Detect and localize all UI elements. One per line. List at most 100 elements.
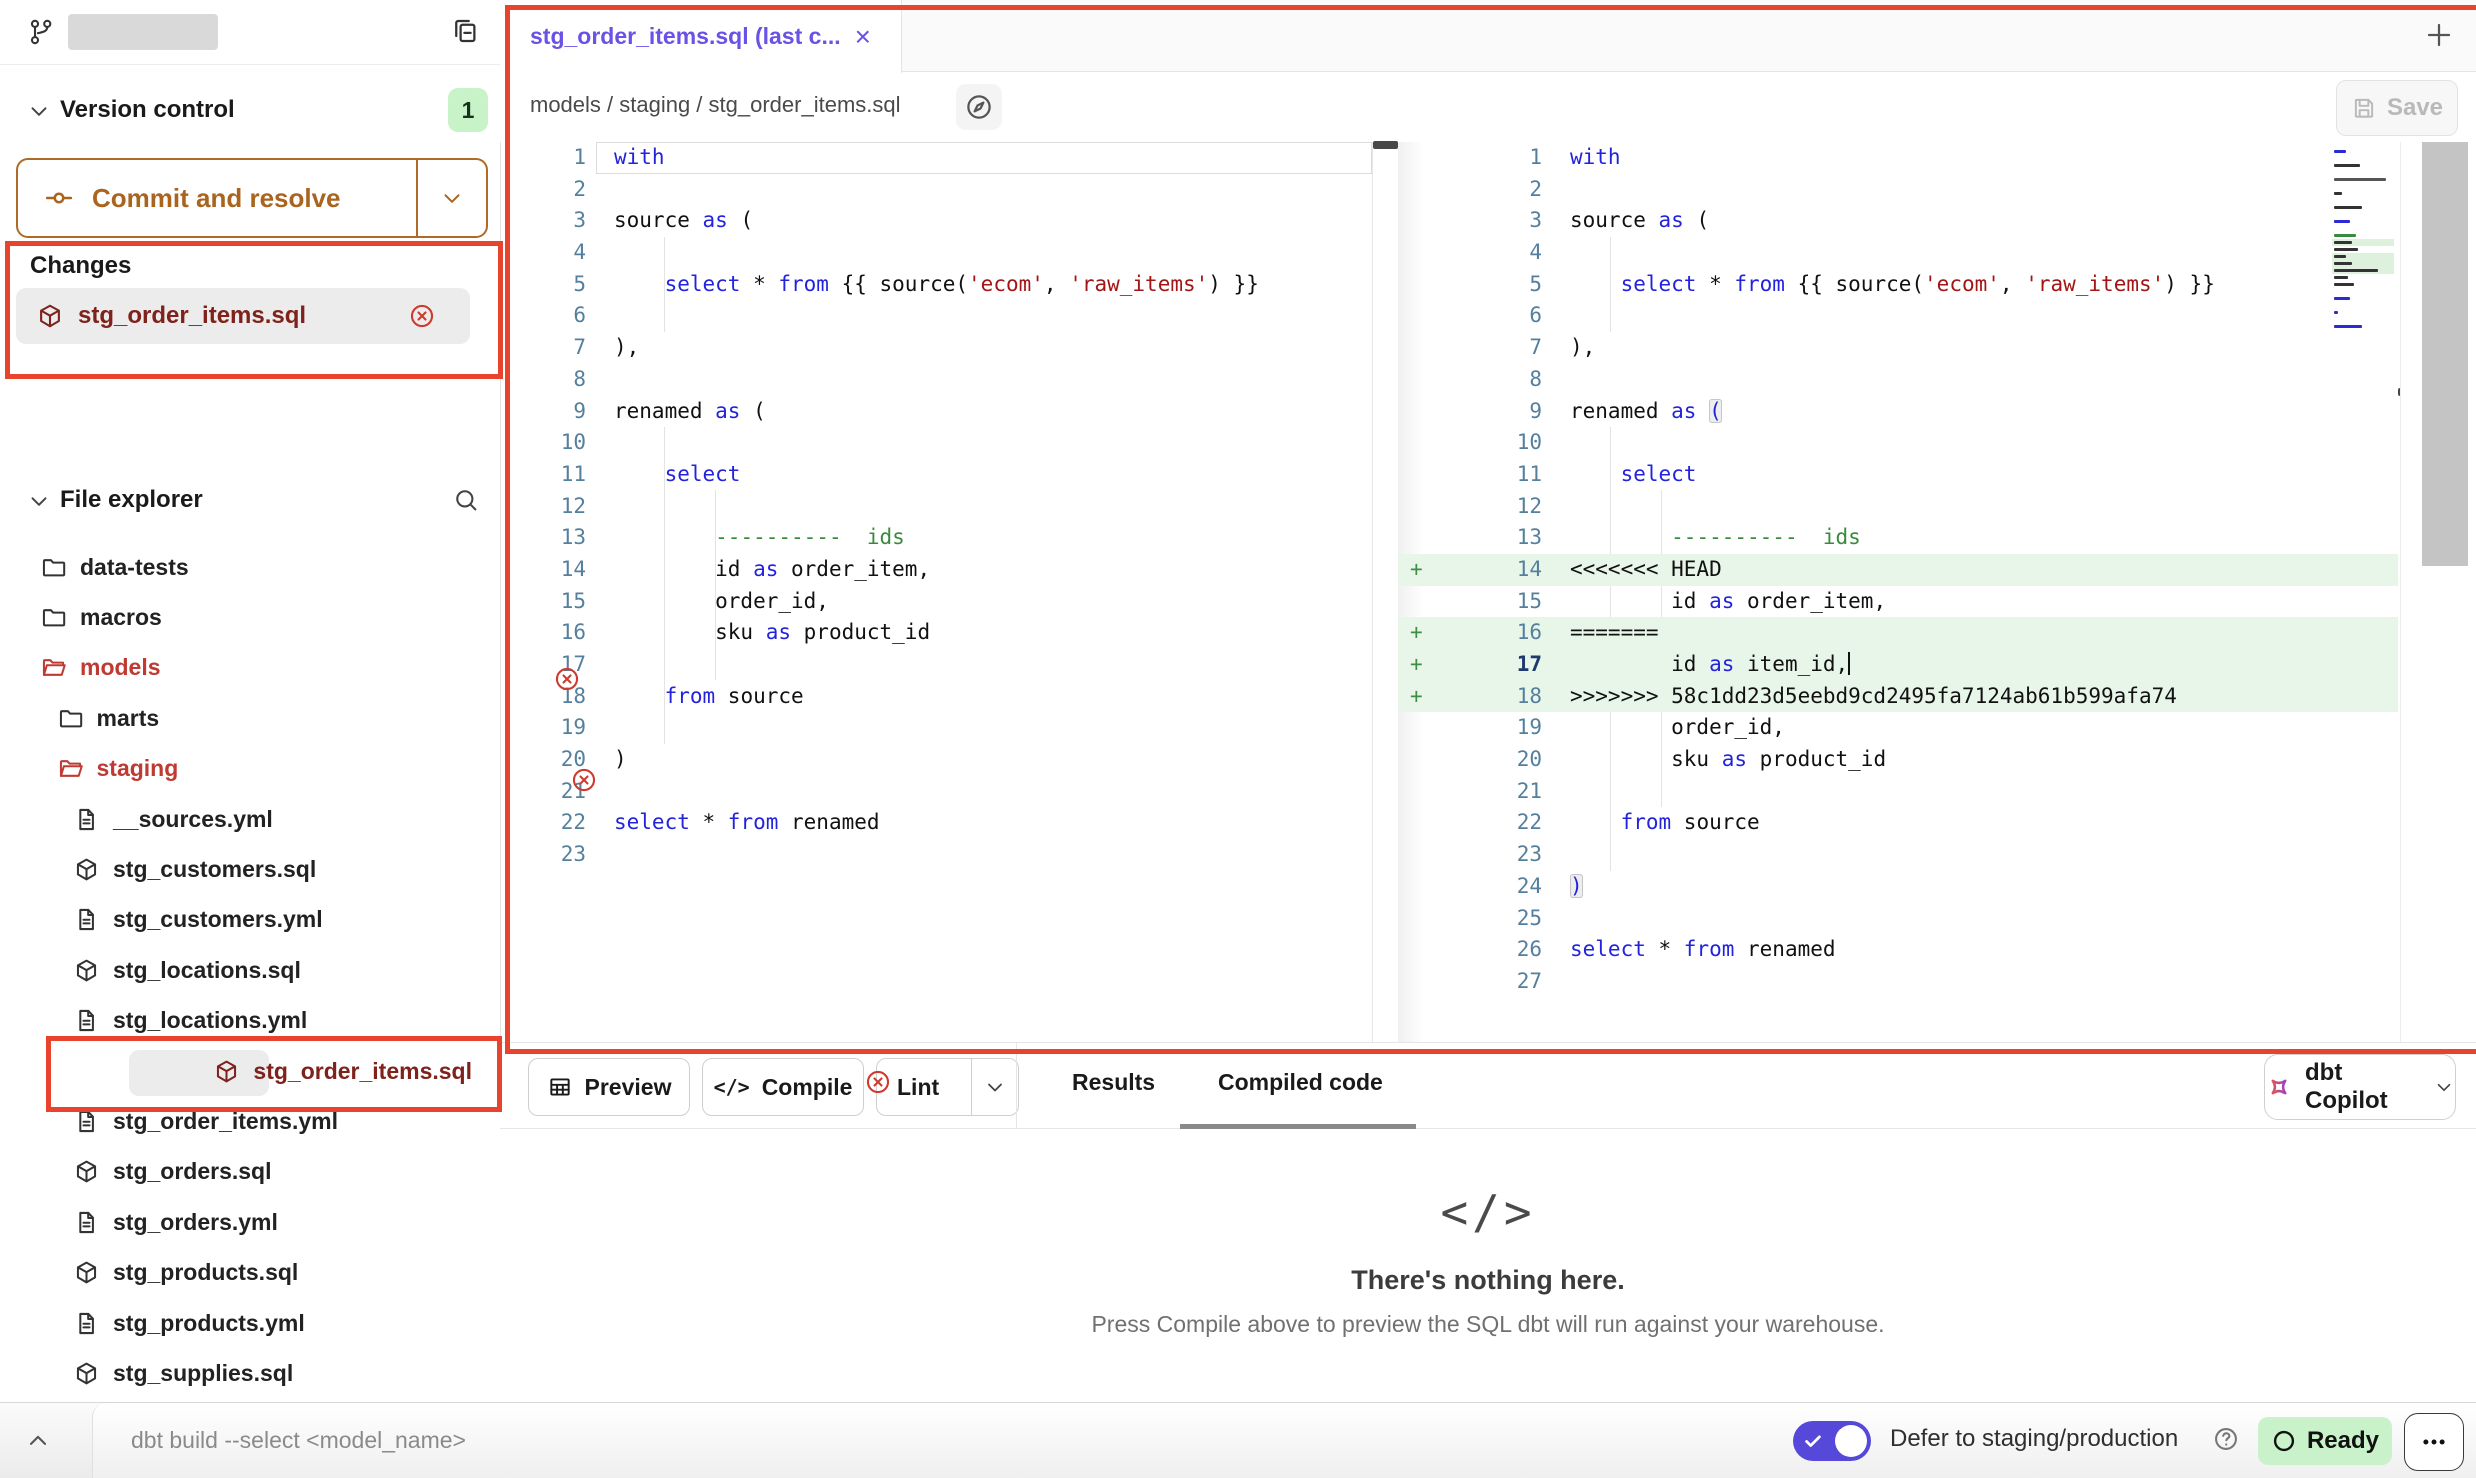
code-line-16[interactable]: 16 sku as product_id [500, 617, 1372, 649]
code-line-17[interactable]: +17 id as item_id, [1398, 649, 2398, 681]
code-line-2[interactable]: 2 [1398, 174, 2398, 206]
explorer-item-stg_orders.yml[interactable]: stg_orders.yml [0, 1197, 500, 1247]
preview-button[interactable]: Preview [528, 1058, 690, 1116]
copy-icon[interactable] [450, 16, 480, 46]
code-line-18[interactable]: +18>>>>>>> 58c1dd23d5eebd9cd2495fa7124ab… [1398, 681, 2398, 713]
search-icon[interactable] [452, 486, 480, 514]
code-line-10[interactable]: 10 [500, 427, 1372, 459]
code-line-18[interactable]: 18 from source [500, 681, 1372, 713]
code-line-15[interactable]: 15 order_id, [500, 586, 1372, 618]
code-pane-original[interactable]: 1with23source as (45 select * from {{ so… [500, 142, 1372, 871]
code-line-6[interactable]: 6 [500, 300, 1372, 332]
explorer-item-stg_products.sql[interactable]: stg_products.sql [0, 1247, 500, 1297]
changed-file-item[interactable]: stg_order_items.sql [16, 288, 470, 344]
discard-change-icon[interactable] [408, 302, 436, 330]
code-line-26[interactable]: 26select * from renamed [1398, 934, 2398, 966]
discard-change-icon[interactable] [570, 766, 598, 794]
discard-change-icon[interactable] [864, 1068, 892, 1096]
compile-button[interactable]: </> Compile [702, 1058, 864, 1116]
help-icon[interactable] [2212, 1425, 2240, 1453]
code-line-23[interactable]: 23 [500, 839, 1372, 871]
code-line-22[interactable]: 22select * from renamed [500, 807, 1372, 839]
code-line-3[interactable]: 3source as ( [1398, 205, 2398, 237]
code-line-27[interactable]: 27 [1398, 966, 2398, 998]
chevron-up-icon[interactable] [24, 1427, 52, 1455]
close-tab-icon[interactable]: × [855, 21, 871, 53]
tab-results[interactable]: Results [1072, 1069, 1155, 1096]
code-line-15[interactable]: 15 id as order_item, [1398, 586, 2398, 618]
code-line-7[interactable]: 7), [500, 332, 1372, 364]
explorer-item-stg_order_items.yml[interactable]: stg_order_items.yml [0, 1096, 500, 1146]
code-line-2[interactable]: 2 [500, 174, 1372, 206]
minimap[interactable] [2332, 148, 2394, 337]
code-line-19[interactable]: 19 order_id, [1398, 712, 2398, 744]
explorer-item-stg_locations.sql[interactable]: stg_locations.sql [0, 945, 500, 995]
code-line-1[interactable]: 1with [1398, 142, 2398, 174]
code-line-1[interactable]: 1with [500, 142, 1372, 174]
code-line-4[interactable]: 4 [500, 237, 1372, 269]
code-line-22[interactable]: 22 from source [1398, 807, 2398, 839]
commit-and-resolve-button[interactable]: Commit and resolve [16, 158, 488, 238]
code-line-13[interactable]: 13 ---------- ids [1398, 522, 2398, 554]
explorer-item-stg_supplies.sql[interactable]: stg_supplies.sql [0, 1348, 500, 1398]
code-line-10[interactable]: 10 [1398, 427, 2398, 459]
code-line-20[interactable]: 20) [500, 744, 1372, 776]
scrollbar-thumb[interactable] [2422, 142, 2468, 566]
explorer-item-stg_orders.sql[interactable]: stg_orders.sql [0, 1147, 500, 1197]
commit-options-button[interactable] [416, 160, 486, 236]
lint-options-button[interactable] [971, 1059, 1018, 1115]
explorer-item-models[interactable]: models [0, 643, 500, 693]
explorer-item-__sources.yml[interactable]: __sources.yml [0, 794, 500, 844]
chevron-down-icon[interactable] [26, 98, 52, 124]
save-button[interactable]: Save [2336, 80, 2458, 136]
code-line-21[interactable]: 21 [1398, 776, 2398, 808]
explorer-item-macros[interactable]: macros [0, 592, 500, 642]
code-pane-conflict[interactable]: 1with23source as (45 select * from {{ so… [1398, 142, 2398, 998]
version-control-title[interactable]: Version control [60, 96, 235, 124]
code-line-19[interactable]: 19 [500, 712, 1372, 744]
code-line-8[interactable]: 8 [500, 364, 1372, 396]
file-explorer-title[interactable]: File explorer [60, 486, 203, 514]
code-line-8[interactable]: 8 [1398, 364, 2398, 396]
explorer-item-marts[interactable]: marts [0, 693, 500, 743]
explorer-item-staging[interactable]: staging [0, 744, 500, 794]
code-line-13[interactable]: 13 ---------- ids [500, 522, 1372, 554]
explorer-item-stg_customers.yml[interactable]: stg_customers.yml [0, 895, 500, 945]
status-badge[interactable]: Ready [2258, 1417, 2392, 1465]
discard-change-icon[interactable] [553, 665, 581, 693]
code-line-5[interactable]: 5 select * from {{ source('ecom', 'raw_i… [1398, 269, 2398, 301]
explorer-item-stg_products.yml[interactable]: stg_products.yml [0, 1298, 500, 1348]
code-line-17[interactable]: 17 [500, 649, 1372, 681]
code-line-11[interactable]: 11 select [1398, 459, 2398, 491]
defer-toggle[interactable] [1793, 1421, 1871, 1461]
command-input[interactable]: dbt build --select <model_name> [131, 1427, 466, 1454]
code-line-23[interactable]: 23 [1398, 839, 2398, 871]
code-line-9[interactable]: 9renamed as ( [500, 396, 1372, 428]
code-line-7[interactable]: 7), [1398, 332, 2398, 364]
code-line-11[interactable]: 11 select [500, 459, 1372, 491]
chevron-down-icon[interactable] [26, 488, 52, 514]
tab-stg-order-items[interactable]: stg_order_items.sql (last c... × [500, 0, 902, 73]
left-pane-scroll-indicator[interactable] [1373, 141, 1398, 149]
code-line-21[interactable]: 21 [500, 776, 1372, 808]
code-line-4[interactable]: 4 [1398, 237, 2398, 269]
code-line-9[interactable]: 9renamed as ( [1398, 396, 2398, 428]
code-line-14[interactable]: +14<<<<<<< HEAD [1398, 554, 2398, 586]
code-line-3[interactable]: 3source as ( [500, 205, 1372, 237]
code-line-5[interactable]: 5 select * from {{ source('ecom', 'raw_i… [500, 269, 1372, 301]
explorer-item-data-tests[interactable]: data-tests [0, 542, 500, 592]
code-line-25[interactable]: 25 [1398, 903, 2398, 935]
explorer-item-stg_order_items.sql[interactable]: stg_order_items.sql [0, 1046, 500, 1096]
dbt-copilot-button[interactable]: dbt Copilot [2264, 1054, 2456, 1120]
new-tab-icon[interactable] [2424, 20, 2454, 50]
code-line-6[interactable]: 6 [1398, 300, 2398, 332]
more-options-button[interactable] [2404, 1413, 2464, 1471]
code-line-20[interactable]: 20 sku as product_id [1398, 744, 2398, 776]
lint-button[interactable]: Lint [876, 1058, 1019, 1116]
code-line-24[interactable]: 24) [1398, 871, 2398, 903]
explorer-item-stg_locations.yml[interactable]: stg_locations.yml [0, 996, 500, 1046]
code-line-12[interactable]: 12 [500, 491, 1372, 523]
code-line-12[interactable]: 12 [1398, 491, 2398, 523]
code-line-16[interactable]: +16======= [1398, 617, 2398, 649]
code-line-14[interactable]: 14 id as order_item, [500, 554, 1372, 586]
